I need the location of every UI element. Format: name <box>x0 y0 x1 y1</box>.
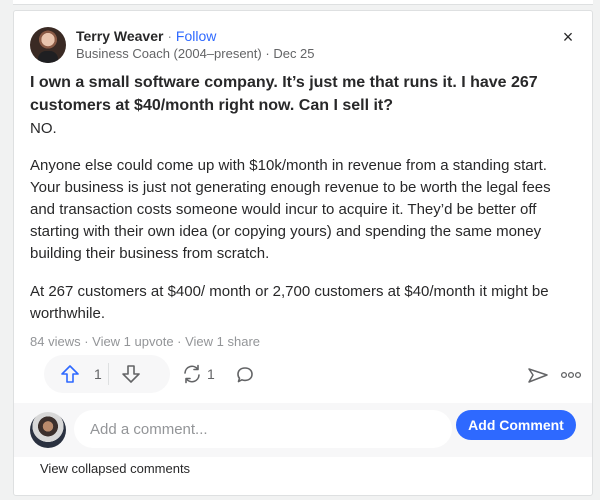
answer-body: NO. Anyone else could come up with $10k/… <box>30 118 578 341</box>
answer-card: Terry Weaver · Follow Business Coach (20… <box>13 10 593 496</box>
comment-icon <box>237 367 253 383</box>
upvote-button[interactable]: 1 <box>44 355 108 393</box>
answer-stats[interactable]: 84 views · View 1 upvote · View 1 share <box>30 334 260 349</box>
author-credential: Business Coach (2004–present) <box>76 46 262 61</box>
reshare-button[interactable]: 1 <box>181 364 215 384</box>
reshare-count: 1 <box>207 366 215 382</box>
share-arrow-icon <box>528 368 548 383</box>
reshare-icon <box>184 364 200 384</box>
comment-composer: Add Comment <box>14 403 592 457</box>
close-icon[interactable]: × <box>558 27 578 47</box>
question-title[interactable]: I own a small software company. It’s jus… <box>30 71 578 117</box>
downvote-button[interactable] <box>109 355 153 393</box>
current-user-avatar <box>30 412 66 448</box>
post-date[interactable]: Dec 25 <box>273 46 314 61</box>
follow-button[interactable]: Follow <box>176 28 216 44</box>
answer-paragraph: At 267 customers at $400/ month or 2,700… <box>30 283 549 322</box>
author-name[interactable]: Terry Weaver <box>76 28 163 44</box>
add-comment-button[interactable]: Add Comment <box>456 410 576 440</box>
author-meta: Terry Weaver · Follow Business Coach (20… <box>76 27 315 63</box>
separator-dot: · <box>167 28 172 44</box>
answer-paragraph: Anyone else could come up with $10k/mont… <box>30 157 551 262</box>
more-options-button[interactable] <box>560 366 582 384</box>
share-button[interactable] <box>527 366 549 384</box>
upvote-count: 1 <box>94 366 102 382</box>
answer-paragraph: NO. <box>30 120 57 137</box>
view-collapsed-comments-link[interactable]: View collapsed comments <box>40 461 190 476</box>
previous-card-edge <box>13 0 593 5</box>
separator-dot: · <box>265 46 270 61</box>
author-avatar[interactable] <box>30 27 66 63</box>
author-name-line: Terry Weaver · Follow <box>76 27 315 45</box>
action-bar: 1 1 <box>30 355 582 395</box>
vote-group: 1 <box>44 355 170 393</box>
upvote-icon <box>61 365 79 383</box>
author-header: Terry Weaver · Follow Business Coach (20… <box>30 27 315 63</box>
author-credential-line: Business Coach (2004–present) · Dec 25 <box>76 45 315 63</box>
comment-button[interactable] <box>235 365 255 385</box>
comment-input[interactable] <box>74 410 452 448</box>
more-options-icon <box>560 371 582 379</box>
downvote-icon <box>122 365 140 383</box>
